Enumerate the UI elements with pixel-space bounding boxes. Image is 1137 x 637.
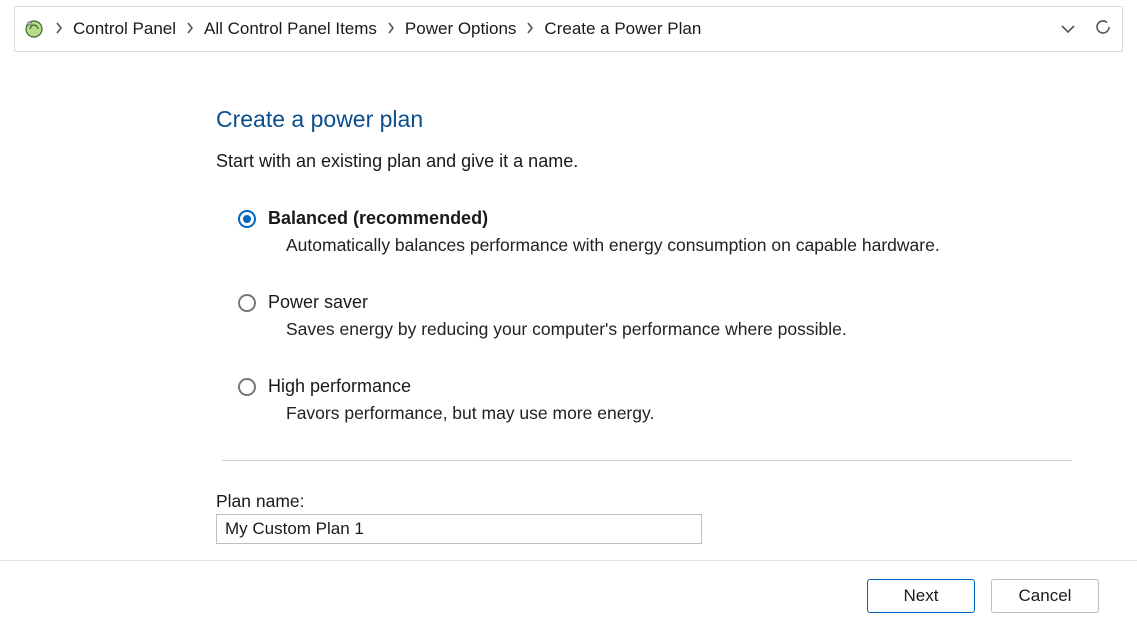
crumb-create-plan[interactable]: Create a Power Plan	[544, 19, 701, 39]
page-title: Create a power plan	[216, 106, 1078, 133]
breadcrumb: Control Panel All Control Panel Items Po…	[14, 6, 1123, 52]
page-subtitle: Start with an existing plan and give it …	[216, 151, 1078, 172]
plan-option-power-saver[interactable]: Power saver Saves energy by reducing you…	[238, 292, 1078, 340]
crumb-power-options[interactable]: Power Options	[405, 19, 517, 39]
plan-label: High performance	[268, 376, 411, 397]
chevron-right-icon	[186, 22, 194, 37]
plan-option-high-performance[interactable]: High performance Favors performance, but…	[238, 376, 1078, 424]
plan-desc: Saves energy by reducing your computer's…	[286, 319, 1078, 340]
power-options-icon[interactable]	[23, 18, 45, 40]
radio-balanced[interactable]	[238, 210, 256, 228]
refresh-icon[interactable]	[1094, 18, 1112, 40]
chevron-right-icon	[526, 22, 534, 37]
chevron-down-icon[interactable]	[1058, 19, 1078, 39]
footer: Next Cancel	[0, 560, 1137, 613]
plan-name-label: Plan name:	[216, 491, 1078, 512]
plan-desc: Favors performance, but may use more ene…	[286, 403, 1078, 424]
plan-label: Balanced (recommended)	[268, 208, 488, 229]
chevron-right-icon	[387, 22, 395, 37]
crumb-all-items[interactable]: All Control Panel Items	[204, 19, 377, 39]
plan-option-balanced[interactable]: Balanced (recommended) Automatically bal…	[238, 208, 1078, 256]
next-button[interactable]: Next	[867, 579, 975, 613]
cancel-button[interactable]: Cancel	[991, 579, 1099, 613]
crumb-control-panel[interactable]: Control Panel	[73, 19, 176, 39]
plan-name-input[interactable]	[216, 514, 702, 544]
chevron-right-icon	[55, 22, 63, 37]
radio-power-saver[interactable]	[238, 294, 256, 312]
plan-label: Power saver	[268, 292, 368, 313]
divider	[222, 460, 1072, 461]
radio-high-performance[interactable]	[238, 378, 256, 396]
plan-desc: Automatically balances performance with …	[286, 235, 1078, 256]
